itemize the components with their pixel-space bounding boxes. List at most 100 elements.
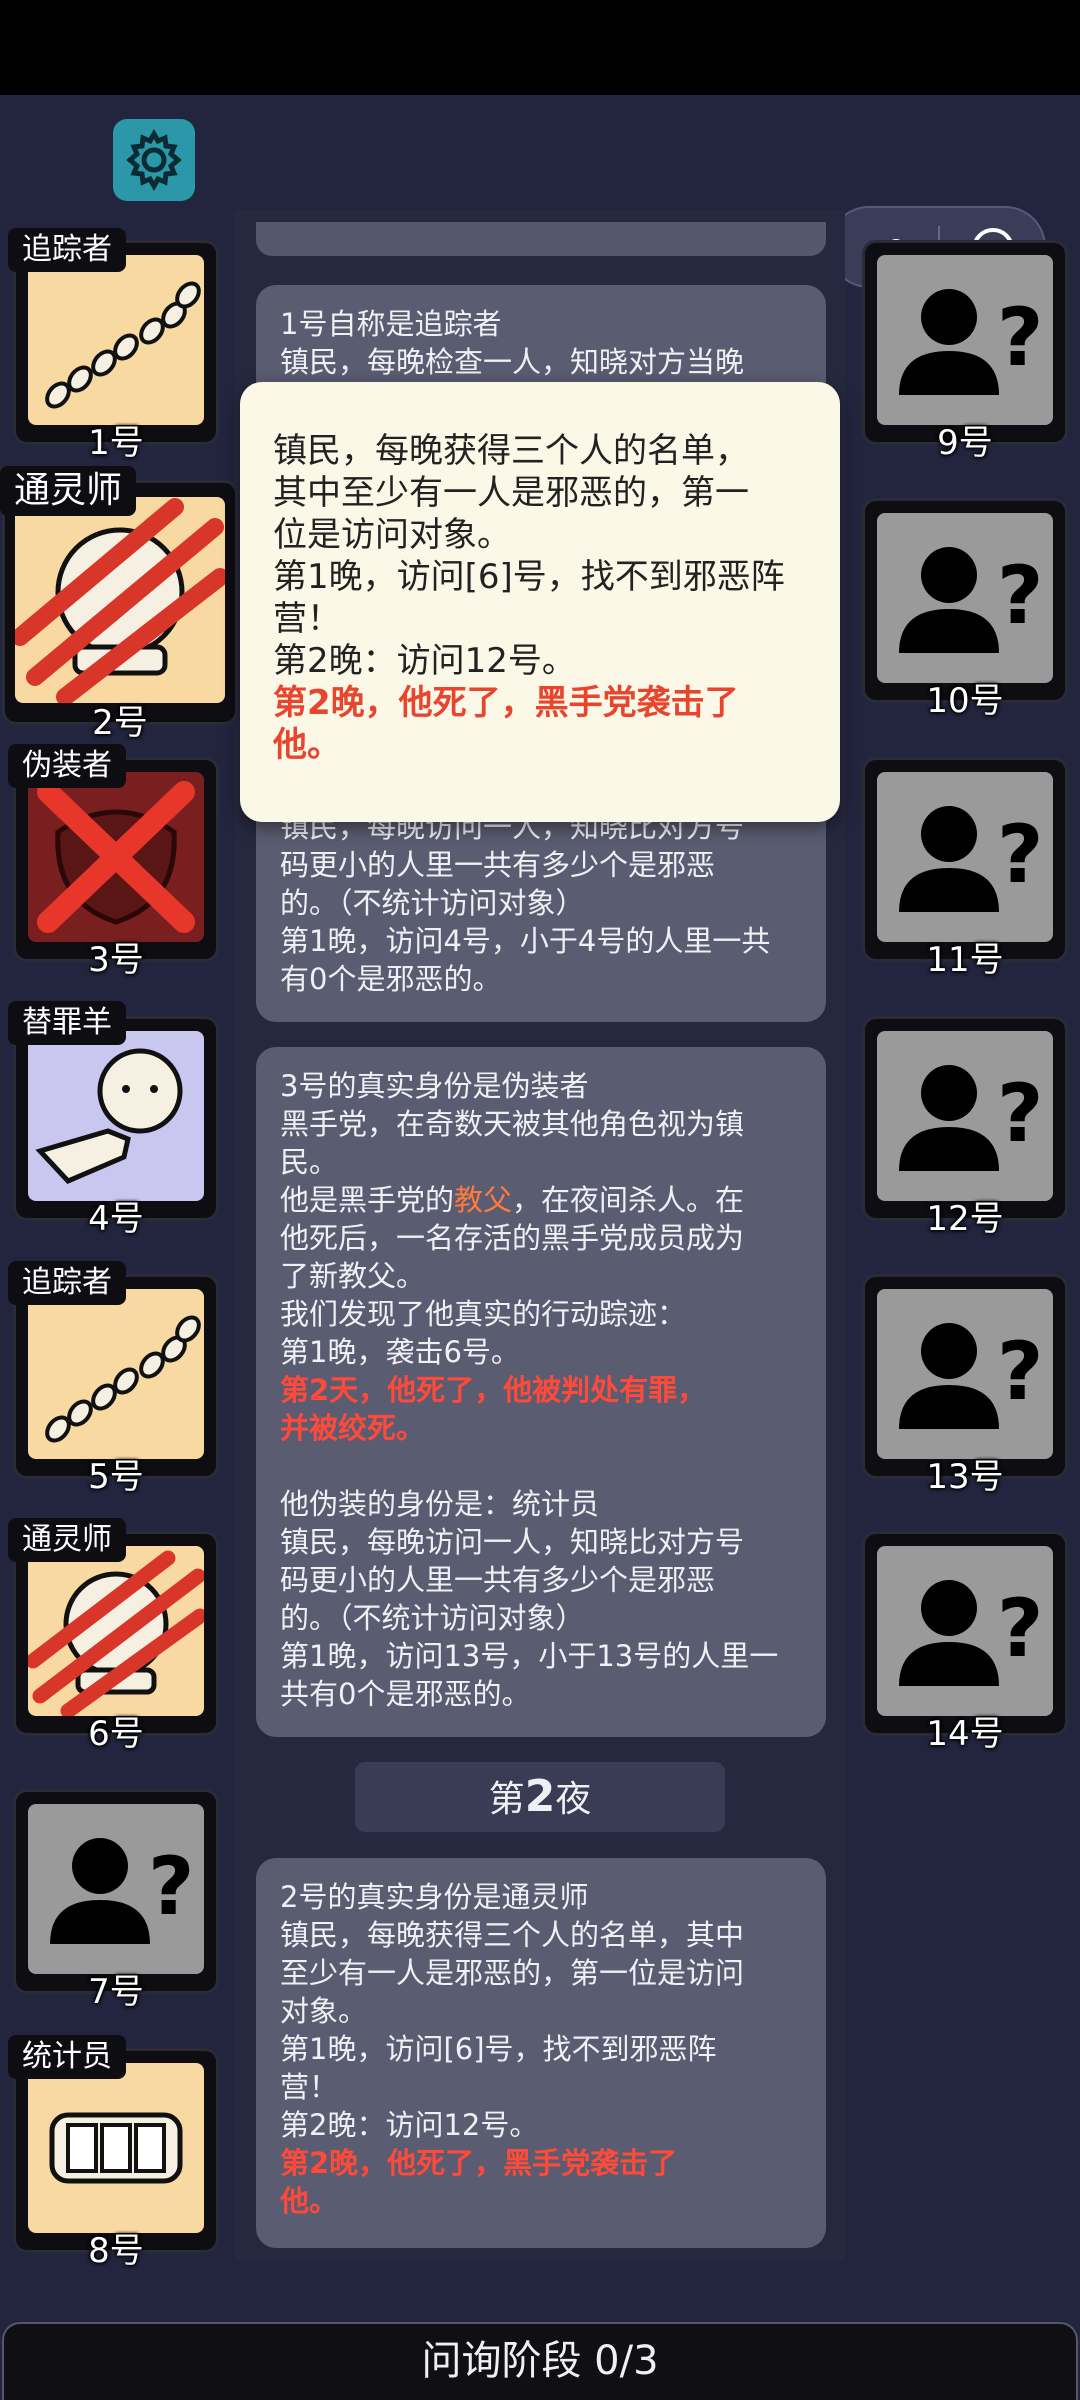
popup-text: 镇民，每晚获得三个人的名单，: [273, 431, 749, 471]
player-portrait: [28, 1546, 204, 1716]
role-tag: 通灵师: [0, 466, 137, 516]
popup-death-text: 第2晚，他死了，黑手党袭击了: [273, 683, 739, 723]
player-portrait: [28, 1289, 204, 1459]
log-text: 的。（不统计访问对象）: [280, 886, 585, 920]
player-slot-14[interactable]: ? 14号: [862, 1531, 1068, 1754]
log-text: 2号的真实身份是通灵师: [280, 1880, 589, 1914]
player-number: 8号: [88, 2231, 144, 2271]
player-number: 3号: [88, 940, 144, 980]
player-slot-7[interactable]: ? 7号: [13, 1789, 219, 2012]
death-text: 第2晚，他死了，黑手党袭击了: [280, 2146, 678, 2180]
popup-text: 位是访问对象。: [273, 515, 511, 555]
settings-button[interactable]: [113, 119, 195, 201]
player-portrait: ?: [877, 772, 1053, 942]
unknown-user-icon: ?: [899, 547, 1043, 653]
player-portrait: ?: [877, 1289, 1053, 1459]
footprints-icon: [45, 1315, 201, 1443]
role-tag: 统计员: [8, 2035, 126, 2079]
counter-icon: [49, 2112, 183, 2184]
player-number: 9号: [937, 423, 993, 463]
unknown-user-icon: ?: [899, 1580, 1043, 1686]
player-slot-4[interactable]: 4号: [13, 1016, 219, 1239]
log-text: 镇民，每晚访问一人，知晓比对方号: [280, 1525, 745, 1559]
footprints-icon: [45, 281, 201, 409]
player-slot-11[interactable]: ? 11号: [862, 757, 1068, 980]
player-number: 12号: [926, 1199, 1004, 1239]
player-slot-10[interactable]: ? 10号: [862, 498, 1068, 721]
log-text: 共有0个是邪恶的。: [280, 1677, 531, 1711]
role-keyword: 教父: [454, 1183, 513, 1217]
night-number: 2: [524, 1771, 556, 1822]
player-portrait: [28, 1031, 204, 1201]
player-slot-2[interactable]: 2号: [2, 480, 238, 743]
role-tag: 伪装者: [8, 744, 126, 788]
log-text: 第1晚，访问[6]号，找不到邪恶阵: [280, 2032, 717, 2066]
gear-icon: [126, 128, 182, 192]
log-text: 码更小的人里一共有多少个是邪恶: [280, 848, 716, 882]
log-text: 营！: [280, 2070, 339, 2104]
log-text: 第1晚，访问4号，小于4号的人里一共: [280, 924, 771, 958]
player-number: 6号: [88, 1714, 144, 1754]
popup-text: 其中至少有一人是邪恶的，第一: [273, 473, 749, 513]
unknown-user-icon: ?: [899, 1065, 1043, 1171]
popup-text: 营！: [273, 599, 341, 639]
popup-text: 第1晚，访问[6]号，找不到邪恶阵: [273, 557, 785, 597]
svg-text:?: ?: [148, 1840, 194, 1933]
log-text: 民。: [280, 1145, 339, 1179]
log-text: 他是黑手党的教父，在夜间杀人。在: [280, 1181, 802, 1219]
log-text: 镇民，每晚检查一人，知晓对方当晚: [280, 345, 745, 379]
svg-text:?: ?: [997, 1067, 1043, 1160]
log-entry-previous: [256, 222, 826, 256]
log-entry: 2号的真实身份是通灵师 镇民，每晚获得三个人的名单，其中 至少有一人是邪恶的，第…: [256, 1858, 826, 2248]
log-text: 我们发现了他真实的行动踪迹：: [280, 1297, 687, 1331]
player-slot-12[interactable]: ? 12号: [862, 1016, 1068, 1239]
popup-text: 第2晚：访问12号。: [273, 641, 576, 681]
role-tag: 追踪者: [8, 228, 126, 272]
role-tag: 通灵师: [8, 1518, 126, 1562]
player-number: 5号: [88, 1457, 144, 1497]
log-text: ，在夜间杀人。在: [512, 1183, 745, 1217]
log-text: 至少有一人是邪恶的，第一位是访问: [280, 1956, 745, 1990]
player-portrait: ?: [877, 255, 1053, 425]
player-slot-13[interactable]: ? 13号: [862, 1274, 1068, 1497]
unknown-user-icon: ?: [899, 1323, 1043, 1429]
unknown-user-icon: ?: [899, 289, 1043, 395]
svg-text:?: ?: [997, 1325, 1043, 1418]
player-number: 7号: [88, 1972, 144, 2012]
log-text: 码更小的人里一共有多少个是邪恶: [280, 1563, 716, 1597]
popup-death-text: 他。: [273, 725, 341, 765]
role-tag: 追踪者: [8, 1261, 126, 1305]
svg-text:?: ?: [997, 1582, 1043, 1675]
player-portrait: ?: [28, 1804, 204, 1974]
log-text: 黑手党，在奇数天被其他角色视为镇: [280, 1107, 745, 1141]
player-number: 14号: [926, 1714, 1004, 1754]
log-text: 他是黑手党的: [280, 1183, 455, 1217]
player-number: 4号: [88, 1199, 144, 1239]
unknown-user-icon: ?: [50, 1838, 194, 1944]
role-detail-popup[interactable]: 镇民，每晚获得三个人的名单， 其中至少有一人是邪恶的，第一 位是访问对象。 第1…: [240, 382, 840, 822]
log-text: 他伪装的身份是：统计员: [280, 1487, 600, 1521]
death-text: 并被绞死。: [280, 1411, 426, 1445]
player-portrait: ?: [877, 1546, 1053, 1716]
log-text: 他死后，一名存活的黑手党成员成为: [280, 1221, 745, 1255]
svg-text:?: ?: [997, 291, 1043, 384]
player-portrait: [28, 772, 204, 942]
player-portrait: ?: [877, 513, 1053, 683]
crystal-ball-icon: [28, 1550, 204, 1716]
phase-status-text: 问询阶段 0/3: [421, 2338, 659, 2384]
player-number: 1号: [88, 423, 144, 463]
player-portrait: [28, 255, 204, 425]
log-text: 1号自称是追踪者: [280, 307, 502, 341]
log-text: 对象。: [280, 1994, 368, 2028]
player-portrait: [28, 2063, 204, 2233]
log-text: 第1晚，袭击6号。: [280, 1335, 520, 1369]
log-text: 3号的真实身份是伪装者: [280, 1069, 589, 1103]
death-text: 第2天，他死了，他被判处有罪，: [280, 1373, 707, 1407]
unknown-user-icon: ?: [899, 806, 1043, 912]
status-bar: [0, 0, 1080, 95]
player-slot-9[interactable]: ? 9号: [862, 240, 1068, 463]
log-text: 了新教父。: [280, 1259, 426, 1293]
log-text: 第2晚：访问12号。: [280, 2108, 539, 2142]
player-number: 2号: [92, 703, 148, 743]
